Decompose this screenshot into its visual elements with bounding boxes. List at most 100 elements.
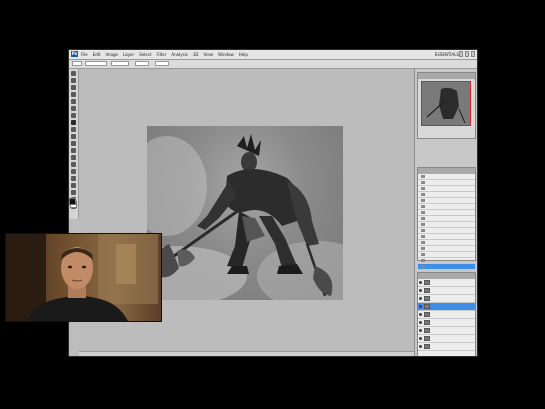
right-panel-dock (414, 69, 477, 356)
clone-stamp-tool-icon[interactable] (71, 127, 76, 132)
layer-row[interactable] (418, 343, 475, 351)
pen-tool-icon[interactable] (71, 169, 76, 174)
gradient-tool-icon[interactable] (71, 148, 76, 153)
navigator-thumbnail[interactable] (421, 81, 471, 126)
layer-row[interactable] (418, 279, 475, 287)
history-list (418, 174, 475, 270)
menu-3d[interactable]: 3D (193, 51, 199, 58)
layer-thumbnail (424, 296, 430, 301)
flow-field[interactable] (155, 61, 169, 66)
tool-preset-picker[interactable] (72, 61, 82, 66)
artwork-image[interactable] (147, 126, 343, 300)
presenter-video (6, 234, 158, 321)
navigator-tab[interactable] (418, 73, 475, 79)
opacity-field[interactable] (135, 61, 149, 66)
layer-row[interactable] (418, 311, 475, 319)
layer-row[interactable] (418, 295, 475, 303)
layer-thumbnail (424, 336, 430, 341)
layer-thumbnail (424, 312, 430, 317)
quick-select-tool-icon[interactable] (71, 92, 76, 97)
layer-row[interactable] (418, 303, 475, 311)
brush-tool-icon (421, 205, 425, 208)
lasso-tool-icon[interactable] (71, 85, 76, 90)
menu-layer[interactable]: Layer (123, 51, 134, 58)
shape-tool-icon[interactable] (71, 190, 76, 195)
eye-icon[interactable] (419, 305, 422, 308)
menu-analysis[interactable]: Analysis (171, 51, 187, 58)
layer-list (418, 279, 475, 351)
layer-thumbnail (424, 288, 430, 293)
brush-tool-icon[interactable] (71, 120, 76, 125)
layer-thumbnail (424, 280, 430, 285)
menu-help[interactable]: Help (239, 51, 248, 58)
brush-tool-icon (421, 229, 425, 232)
window-controls (459, 51, 475, 57)
eye-icon[interactable] (419, 337, 422, 340)
webcam-overlay (5, 233, 162, 322)
healing-tool-icon[interactable] (71, 113, 76, 118)
app-logo: Ps (71, 51, 78, 57)
menu-bar: Ps File Edit Image Layer Select Filter A… (69, 50, 477, 60)
brush-tool-icon (421, 175, 425, 178)
brush-tool-icon (421, 253, 425, 256)
history-brush-tool-icon[interactable] (71, 134, 76, 139)
menu-select[interactable]: Select (139, 51, 151, 58)
menu-edit[interactable]: Edit (93, 51, 101, 58)
mode-dropdown[interactable] (111, 61, 129, 66)
brush-tool-icon (421, 187, 425, 190)
menu-filter[interactable]: Filter (156, 51, 166, 58)
eye-icon[interactable] (419, 345, 422, 348)
brush-tool-icon (421, 217, 425, 220)
history-step[interactable] (418, 264, 475, 270)
options-bar (69, 60, 477, 69)
layer-row[interactable] (418, 319, 475, 327)
brush-tool-icon (421, 193, 425, 196)
type-tool-icon[interactable] (71, 176, 76, 181)
layer-row[interactable] (418, 327, 475, 335)
menu-file[interactable]: File (81, 51, 88, 58)
blur-tool-icon[interactable] (71, 155, 76, 160)
move-tool-icon[interactable] (71, 71, 76, 76)
layer-row[interactable] (418, 287, 475, 295)
eye-icon[interactable] (419, 329, 422, 332)
path-select-tool-icon[interactable] (71, 183, 76, 188)
navigator-view-frame[interactable] (421, 81, 471, 126)
eye-icon[interactable] (419, 281, 422, 284)
layers-panel (417, 272, 476, 356)
eye-icon[interactable] (419, 313, 422, 316)
close-button[interactable] (471, 51, 475, 57)
layer-row[interactable] (418, 335, 475, 343)
layer-thumbnail (424, 328, 430, 333)
eraser-tool-icon[interactable] (71, 141, 76, 146)
menu-items: File Edit Image Layer Select Filter Anal… (81, 51, 248, 58)
eye-icon[interactable] (419, 289, 422, 292)
brush-size-field[interactable] (85, 61, 107, 66)
layer-thumbnail (424, 320, 430, 325)
crop-tool-icon[interactable] (71, 99, 76, 104)
dodge-tool-icon[interactable] (71, 162, 76, 167)
brush-tool-icon (421, 241, 425, 244)
marquee-tool-icon[interactable] (71, 78, 76, 83)
history-panel (417, 167, 476, 270)
brush-tool-icon (421, 259, 425, 262)
foreground-color-swatch[interactable] (69, 198, 76, 205)
brush-tool-icon (421, 265, 425, 268)
eye-icon[interactable] (419, 321, 422, 324)
menu-window[interactable]: Window (218, 51, 234, 58)
brush-tool-icon (421, 235, 425, 238)
menu-image[interactable]: Image (105, 51, 118, 58)
workspace-switcher[interactable]: ESSENTIALS (435, 51, 459, 58)
menu-view[interactable]: View (204, 51, 214, 58)
tools-panel (69, 69, 79, 219)
brush-tool-icon (421, 211, 425, 214)
navigator-panel (417, 72, 476, 139)
layer-thumbnail (424, 304, 430, 309)
status-bar (79, 351, 415, 356)
brush-tool-icon (421, 199, 425, 202)
minimize-button[interactable] (459, 51, 463, 57)
layer-thumbnail (424, 344, 430, 349)
barbarian-warrior-illustration (147, 134, 343, 300)
maximize-button[interactable] (465, 51, 469, 57)
eye-icon[interactable] (419, 297, 422, 300)
eyedropper-tool-icon[interactable] (71, 106, 76, 111)
